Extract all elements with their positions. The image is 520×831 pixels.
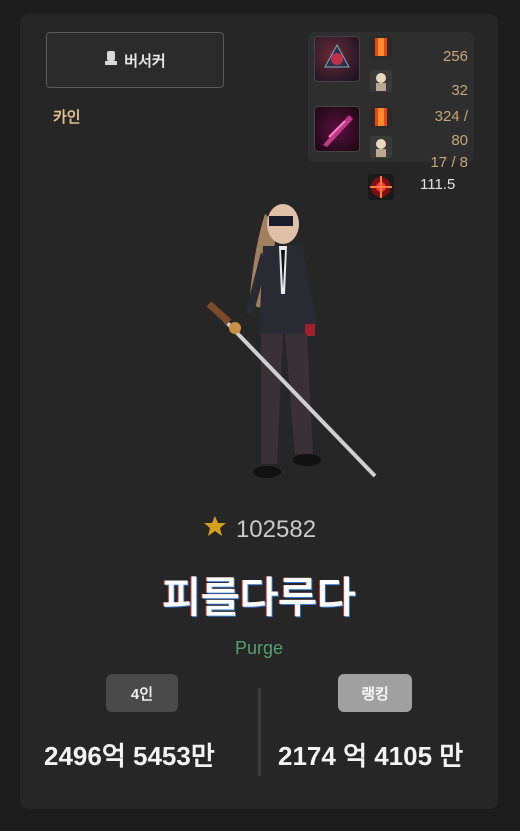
stat-value-4: 80 bbox=[451, 132, 468, 149]
job-icon bbox=[104, 50, 118, 70]
creature-icon bbox=[370, 70, 392, 92]
character-card: 버서커 카인 256 32 324 / 80 17 / 8 111.5 1025… bbox=[20, 14, 498, 809]
weapon-item-icon[interactable] bbox=[314, 106, 360, 152]
stats-panel: 256 32 324 / 80 17 / 8 bbox=[308, 32, 474, 171]
fame-row: 102582 bbox=[20, 514, 498, 545]
class-name: 버서커 bbox=[124, 52, 166, 70]
medal-icon bbox=[370, 36, 392, 58]
creature-icon-2 bbox=[370, 136, 392, 158]
stat-value-2: 32 bbox=[451, 82, 468, 99]
fame-icon bbox=[202, 514, 228, 545]
ranking-badge[interactable]: 랭킹 bbox=[338, 674, 412, 712]
stat-value-3: 324 / bbox=[434, 108, 468, 125]
class-button[interactable]: 버서커 bbox=[46, 32, 224, 88]
party-damage-value: 2496억 5453만 bbox=[44, 741, 215, 771]
character-sprite bbox=[195, 184, 395, 494]
ranking-damage-value: 2174 억 4105 만 bbox=[278, 741, 464, 771]
stat-value-5: 17 / 8 bbox=[430, 154, 468, 171]
server-name: 카인 bbox=[53, 109, 81, 126]
awakening-item-icon[interactable] bbox=[314, 36, 360, 82]
stat-value-6: 111.5 bbox=[420, 176, 456, 193]
party-size-badge[interactable]: 4인 bbox=[106, 674, 178, 712]
guild-name[interactable]: Purge bbox=[20, 638, 498, 659]
character-name: 피를다루다 bbox=[162, 574, 356, 621]
divider bbox=[258, 688, 261, 776]
stat-value-1: 256 bbox=[442, 48, 468, 65]
fame-value: 102582 bbox=[235, 515, 317, 543]
medal-icon-2 bbox=[370, 106, 392, 128]
